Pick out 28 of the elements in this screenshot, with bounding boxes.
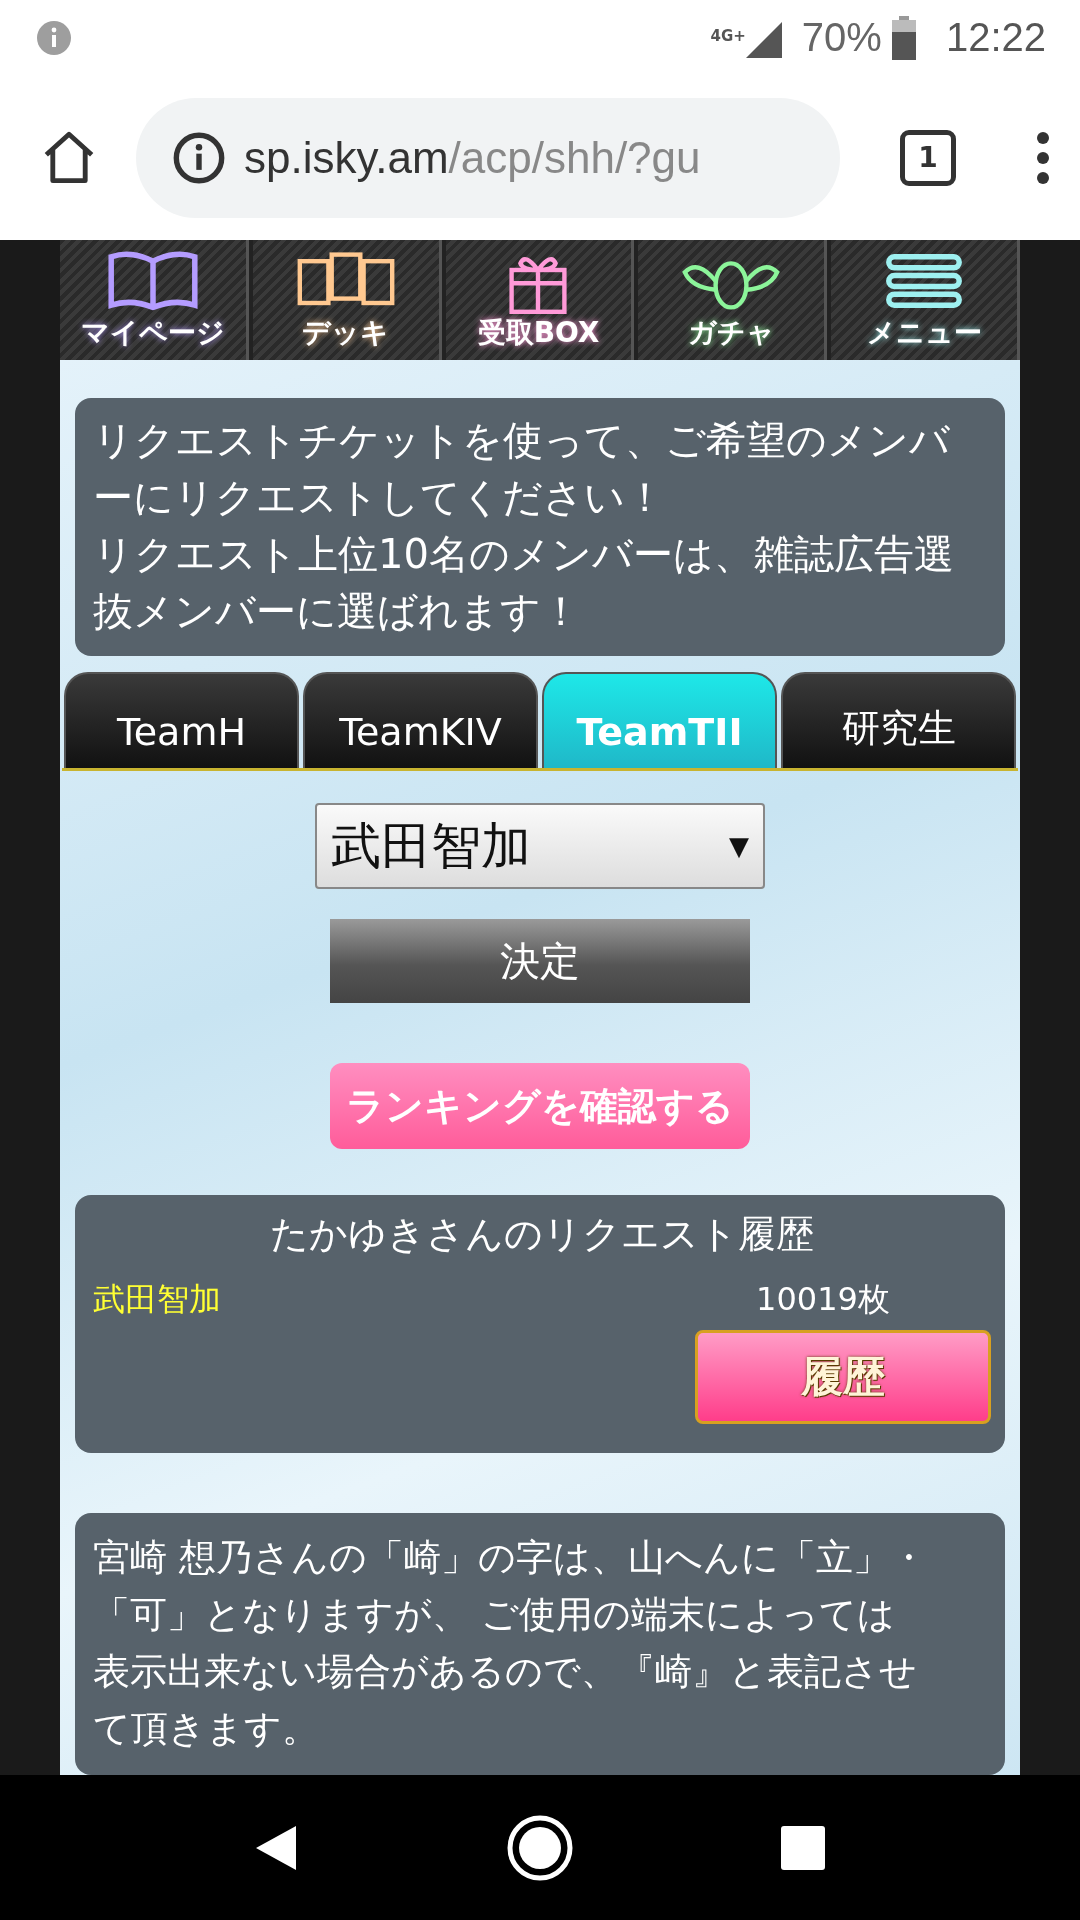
info-icon xyxy=(172,130,226,185)
clock: 12:22 xyxy=(945,15,1046,60)
nav-tile[interactable]: ガチャ xyxy=(638,240,828,360)
history-title: たかゆきさんのリクエスト履歴 xyxy=(269,1211,815,1258)
nav-tile[interactable]: デッキ xyxy=(252,240,442,360)
nav-tile[interactable]: 受取BOX xyxy=(445,240,635,360)
network-label: 4G+ xyxy=(710,27,746,45)
nav-tile[interactable]: メニュー xyxy=(831,240,1020,360)
info-text: リクエストチケットを使って、ご希望のメンバーにリクエストしてください！ xyxy=(93,416,951,522)
member-dropdown[interactable]: 武田智加 ▼ xyxy=(315,803,765,889)
address-bar[interactable]: sp.isky.am/acp/shh/?gu xyxy=(136,97,840,218)
decide-button[interactable]: 決定 xyxy=(330,919,750,1003)
url-text: sp.isky.am/acp/shh/?gu xyxy=(244,132,701,183)
menu-icon[interactable] xyxy=(1036,130,1050,185)
team-tab[interactable]: TeamH xyxy=(64,672,299,768)
home-icon[interactable] xyxy=(42,130,96,185)
info-text: リクエスト上位10名のメンバーは、雑誌広告選抜メンバーに選ばれます！ xyxy=(93,530,955,636)
tab-count-button[interactable]: 1 xyxy=(900,129,956,186)
info-icon xyxy=(36,19,72,56)
ticket-count: 10019枚 xyxy=(756,1279,890,1320)
nav-tile[interactable]: マイページ xyxy=(60,240,249,360)
battery-percent: 70% xyxy=(801,15,882,60)
member-name: 武田智加 xyxy=(93,1279,221,1320)
team-tab[interactable]: TeamKIV xyxy=(303,672,538,768)
home-icon[interactable] xyxy=(507,1814,573,1881)
note-text: 宮崎 想乃さんの「崎」の字は、山へんに「立」・「可」となりますが、 ご使用の端末によっては表示出来ない場合があるので、『崎』と表記させて頂きます。 xyxy=(93,1535,928,1752)
team-tab[interactable]: 研究生 xyxy=(781,672,1016,768)
battery-icon xyxy=(891,15,916,60)
